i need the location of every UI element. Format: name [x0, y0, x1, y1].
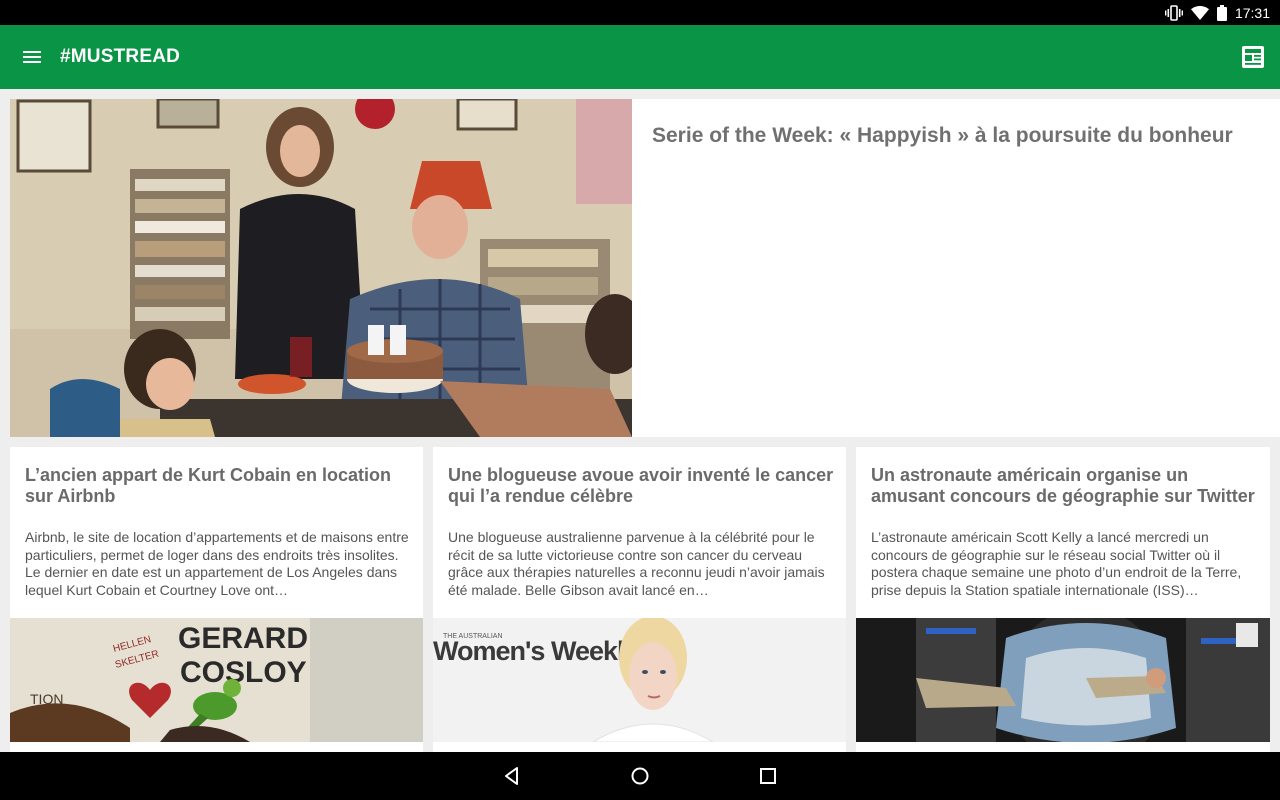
status-bar: 17:31 [0, 0, 1280, 25]
featured-article-image[interactable] [10, 99, 632, 437]
article-card[interactable]: Un astronaute américain organise un amus… [856, 447, 1270, 752]
vibrate-icon [1164, 4, 1183, 21]
home-icon[interactable] [628, 764, 652, 788]
featured-article-card[interactable]: Serie of the Week: « Happyish » à la pou… [10, 99, 1280, 437]
hamburger-menu-icon[interactable] [20, 45, 44, 69]
app-bar: #MUSTREAD [0, 25, 1280, 89]
article-title[interactable]: Une blogueuse avoue avoir inventé le can… [448, 465, 838, 507]
graffiti-text-1: GERARD [178, 622, 308, 655]
newspaper-icon[interactable] [1240, 44, 1266, 70]
article-excerpt: L’astronaute américain Scott Kelly a lan… [871, 529, 1242, 598]
article-title[interactable]: Un astronaute américain organise un amus… [871, 465, 1261, 507]
back-icon[interactable] [500, 764, 524, 788]
featured-article-title[interactable]: Serie of the Week: « Happyish » à la pou… [652, 123, 1252, 149]
article-card[interactable]: L’ancien appart de Kurt Cobain en locati… [10, 447, 423, 752]
magazine-title: Women's Weekly [433, 636, 638, 666]
article-excerpt: Airbnb, le site de location d’appartemen… [25, 529, 409, 598]
wifi-icon [1190, 5, 1209, 20]
app-title: #MUSTREAD [60, 46, 181, 67]
article-image[interactable]: GERARD COSLOY HELLEN SKELTER TION [10, 618, 423, 742]
article-card[interactable]: Une blogueuse avoue avoir inventé le can… [433, 447, 846, 752]
article-feed[interactable]: Serie of the Week: « Happyish » à la pou… [0, 89, 1280, 752]
article-image[interactable] [856, 618, 1270, 742]
recents-icon[interactable] [756, 764, 780, 788]
article-title[interactable]: L’ancien appart de Kurt Cobain en locati… [25, 465, 415, 507]
clock: 17:31 [1234, 4, 1270, 21]
article-image[interactable]: THE AUSTRALIAN Women's Weekly [433, 618, 846, 742]
graffiti-text-2: COSLOY [180, 656, 307, 689]
navigation-bar [0, 752, 1280, 800]
article-excerpt: Une blogueuse australienne parvenue à la… [448, 529, 825, 598]
battery-icon [1216, 4, 1227, 21]
